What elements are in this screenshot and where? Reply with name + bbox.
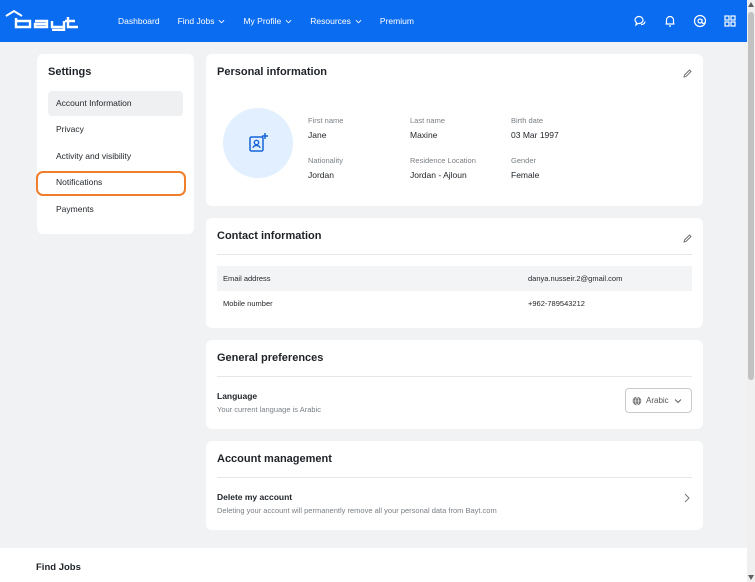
settings-item-notifications[interactable]: Notifications bbox=[48, 170, 183, 195]
birth-date-value: 03 Mar 1997 bbox=[511, 130, 559, 140]
table-row: Mobile number +962-789543212 bbox=[217, 291, 692, 316]
nav-my-profile-label: My Profile bbox=[243, 16, 282, 26]
divider bbox=[217, 477, 692, 478]
top-icons bbox=[633, 0, 737, 42]
nationality-value: Jordan bbox=[308, 170, 334, 180]
residence-label: Residence Location bbox=[410, 156, 476, 165]
email-value: danya.nusseir.2@gmail.com bbox=[528, 274, 623, 283]
table-row: Email address danya.nusseir.2@gmail.com bbox=[217, 266, 692, 291]
nav-premium[interactable]: Premium bbox=[380, 16, 414, 26]
contact-information-card: Contact information Email address danya.… bbox=[206, 218, 703, 328]
delete-account-link[interactable]: Delete my account bbox=[217, 492, 292, 502]
gender-value: Female bbox=[511, 170, 540, 180]
avatar-placeholder[interactable] bbox=[223, 108, 293, 178]
apps-grid-icon[interactable] bbox=[723, 14, 737, 28]
nav-premium-label: Premium bbox=[379, 16, 414, 26]
chevron-down-icon bbox=[674, 398, 682, 403]
at-icon[interactable] bbox=[693, 14, 707, 28]
chevron-right-icon[interactable] bbox=[683, 493, 691, 503]
chevron-down-icon bbox=[285, 19, 292, 23]
account-management-title: Account management bbox=[217, 453, 332, 465]
settings-item-privacy[interactable]: Privacy bbox=[48, 117, 183, 142]
mobile-label: Mobile number bbox=[223, 299, 273, 308]
nav-resources-label: Resources bbox=[310, 16, 351, 26]
globe-icon bbox=[632, 396, 642, 405]
first-name-label: First name bbox=[308, 116, 344, 125]
chat-icon[interactable] bbox=[633, 14, 647, 28]
top-navigation-bar: Dashboard Find Jobs My Profile Resources… bbox=[0, 0, 747, 42]
language-select-value: Arabic bbox=[646, 396, 669, 405]
chevron-down-icon bbox=[219, 19, 225, 23]
nav-my-profile[interactable]: My Profile bbox=[243, 16, 292, 26]
settings-title: Settings bbox=[48, 66, 92, 78]
delete-account-description: Deleting your account will permanently r… bbox=[217, 506, 497, 515]
footer-find-jobs-title: Find Jobs bbox=[36, 562, 81, 573]
account-management-card: Account management Delete my account Del… bbox=[206, 441, 703, 530]
settings-item-account-information[interactable]: Account Information bbox=[48, 91, 183, 116]
nationality-label: Nationality bbox=[308, 156, 344, 165]
vertical-scrollbar[interactable] bbox=[747, 0, 755, 582]
language-title: Language bbox=[217, 391, 258, 401]
main-nav: Dashboard Find Jobs My Profile Resources… bbox=[118, 0, 432, 42]
general-preferences-title: General preferences bbox=[217, 352, 324, 364]
scroll-down-arrow-icon[interactable] bbox=[748, 575, 754, 580]
nav-dashboard-label: Dashboard bbox=[118, 16, 160, 26]
residence-value: Jordan - Ajloun bbox=[410, 170, 467, 180]
footer: Find Jobs bbox=[0, 548, 747, 582]
personal-information-card: Personal information First name Jane Las… bbox=[206, 54, 703, 206]
divider bbox=[217, 376, 692, 377]
divider bbox=[217, 254, 692, 255]
first-name-value: Jane bbox=[308, 130, 327, 140]
edit-pencil-icon[interactable] bbox=[682, 233, 693, 244]
email-label: Email address bbox=[223, 274, 271, 283]
nav-resources[interactable]: Resources bbox=[310, 16, 362, 26]
add-photo-icon bbox=[249, 133, 268, 152]
contact-information-title: Contact information bbox=[217, 230, 322, 242]
nav-find-jobs-label: Find Jobs bbox=[177, 16, 215, 26]
nav-dashboard[interactable]: Dashboard bbox=[118, 16, 160, 26]
scroll-up-arrow-icon[interactable] bbox=[748, 2, 754, 7]
language-description: Your current language is Arabic bbox=[217, 405, 321, 414]
mobile-value: +962-789543212 bbox=[528, 299, 585, 308]
personal-information-title: Personal information bbox=[217, 66, 328, 78]
settings-sidebar: Settings Account Information Privacy Act… bbox=[37, 54, 194, 234]
settings-item-activity-visibility[interactable]: Activity and visibility bbox=[48, 144, 183, 169]
last-name-label: Last name bbox=[410, 116, 446, 125]
birth-date-label: Birth date bbox=[511, 116, 544, 125]
settings-item-payments[interactable]: Payments bbox=[48, 197, 183, 222]
language-select[interactable]: Arabic bbox=[625, 388, 692, 413]
scrollbar-thumb[interactable] bbox=[748, 12, 754, 380]
general-preferences-card: General preferences Language Your curren… bbox=[206, 340, 703, 429]
bell-icon[interactable] bbox=[663, 14, 677, 28]
nav-find-jobs[interactable]: Find Jobs bbox=[178, 16, 226, 26]
edit-pencil-icon[interactable] bbox=[682, 68, 693, 79]
bayt-logo[interactable] bbox=[2, 9, 82, 31]
gender-label: Gender bbox=[511, 156, 537, 165]
last-name-value: Maxine bbox=[410, 130, 438, 140]
chevron-down-icon bbox=[355, 19, 362, 23]
